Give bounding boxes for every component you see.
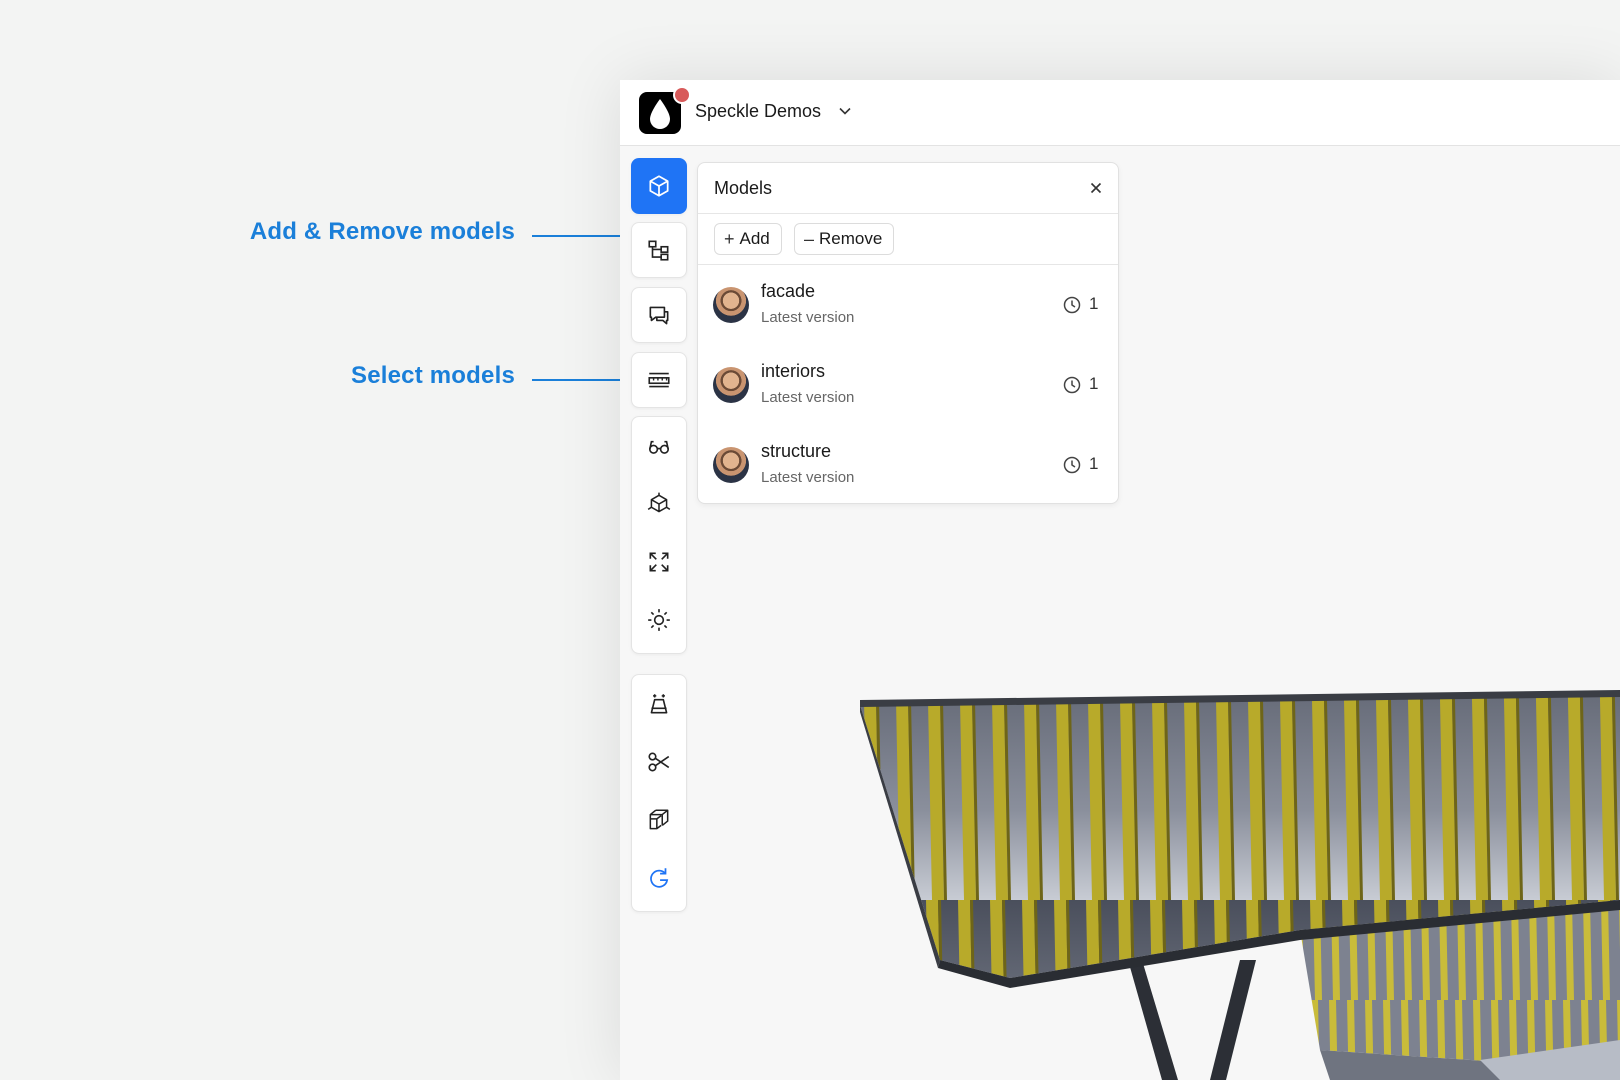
models-panel: Models + Add – Remove facade Latest vers… — [697, 162, 1119, 504]
annotation-add-remove: Add & Remove models — [249, 218, 515, 245]
tree-icon — [648, 240, 669, 261]
toolbar-scene-button-wrap — [631, 222, 687, 278]
add-model-label: Add — [739, 229, 770, 248]
filter-button[interactable] — [632, 791, 686, 849]
model-version-label: Latest version — [761, 389, 855, 406]
avatar — [713, 447, 749, 483]
models-panel-header: Models — [698, 163, 1118, 214]
workspace-name[interactable]: Speckle Demos — [695, 101, 821, 122]
models-panel-title: Models — [714, 178, 773, 198]
version-count: 1 — [1089, 294, 1099, 313]
discussions-button[interactable] — [632, 288, 686, 342]
measure-button[interactable] — [632, 353, 686, 407]
notification-badge — [673, 86, 691, 104]
clock-icon — [1063, 296, 1081, 314]
layers-cube-icon — [649, 809, 669, 830]
model-name: interiors — [761, 361, 826, 381]
clock-icon — [1063, 456, 1081, 474]
toolbar-models-button-wrap — [631, 158, 687, 214]
scene-explorer-button[interactable] — [632, 223, 686, 277]
3d-model-viewport[interactable] — [860, 600, 1620, 1080]
model-row-facade[interactable]: facade Latest version 1 — [698, 265, 1118, 345]
avatar — [713, 287, 749, 323]
axes-cube-icon — [647, 492, 671, 513]
remove-model-button[interactable]: – Remove — [794, 223, 895, 255]
toolbar-measure-button-wrap — [631, 352, 687, 408]
model-name: facade — [761, 281, 816, 301]
projection-button[interactable] — [632, 475, 686, 533]
plus-icon: + — [724, 228, 735, 249]
model-version-label: Latest version — [761, 309, 855, 326]
model-version-label: Latest version — [761, 469, 855, 486]
model-row-interiors[interactable]: interiors Latest version 1 — [698, 345, 1118, 425]
close-icon[interactable] — [1088, 180, 1104, 196]
model-name: structure — [761, 441, 832, 461]
version-count: 1 — [1089, 454, 1099, 473]
minus-icon: – — [804, 228, 815, 249]
sun-icon — [648, 609, 670, 631]
avatar — [713, 367, 749, 403]
annotation-select: Select models — [350, 362, 515, 389]
explode-icon — [650, 694, 668, 714]
add-model-button[interactable]: + Add — [714, 223, 782, 255]
model-row-structure[interactable]: structure Latest version 1 — [698, 425, 1118, 505]
top-bar: Speckle Demos — [620, 80, 1620, 146]
lighting-button[interactable] — [632, 591, 686, 649]
scissors-icon — [648, 752, 670, 772]
refresh-icon — [650, 868, 669, 888]
explode-button[interactable] — [632, 675, 686, 733]
expand-icon — [649, 552, 669, 572]
toolbar-view-group — [631, 416, 687, 654]
views-button[interactable] — [632, 417, 686, 475]
cube-icon — [649, 175, 669, 197]
chat-icon — [649, 306, 669, 325]
section-button[interactable] — [632, 733, 686, 791]
glasses-icon — [648, 440, 670, 454]
chevron-down-icon[interactable] — [838, 104, 852, 123]
toolbar-discussions-button-wrap — [631, 287, 687, 343]
app-window: Speckle Demos Models + Add – Remove faca… — [620, 80, 1620, 1080]
clock-icon — [1063, 376, 1081, 394]
version-count: 1 — [1089, 374, 1099, 393]
toolbar-tools-group — [631, 674, 687, 912]
zoom-extents-button[interactable] — [632, 533, 686, 591]
models-button[interactable] — [632, 159, 686, 213]
remove-model-label: Remove — [819, 229, 883, 248]
ruler-icon — [648, 372, 670, 388]
models-panel-actions: + Add – Remove — [698, 214, 1118, 265]
reset-button[interactable] — [632, 849, 686, 907]
